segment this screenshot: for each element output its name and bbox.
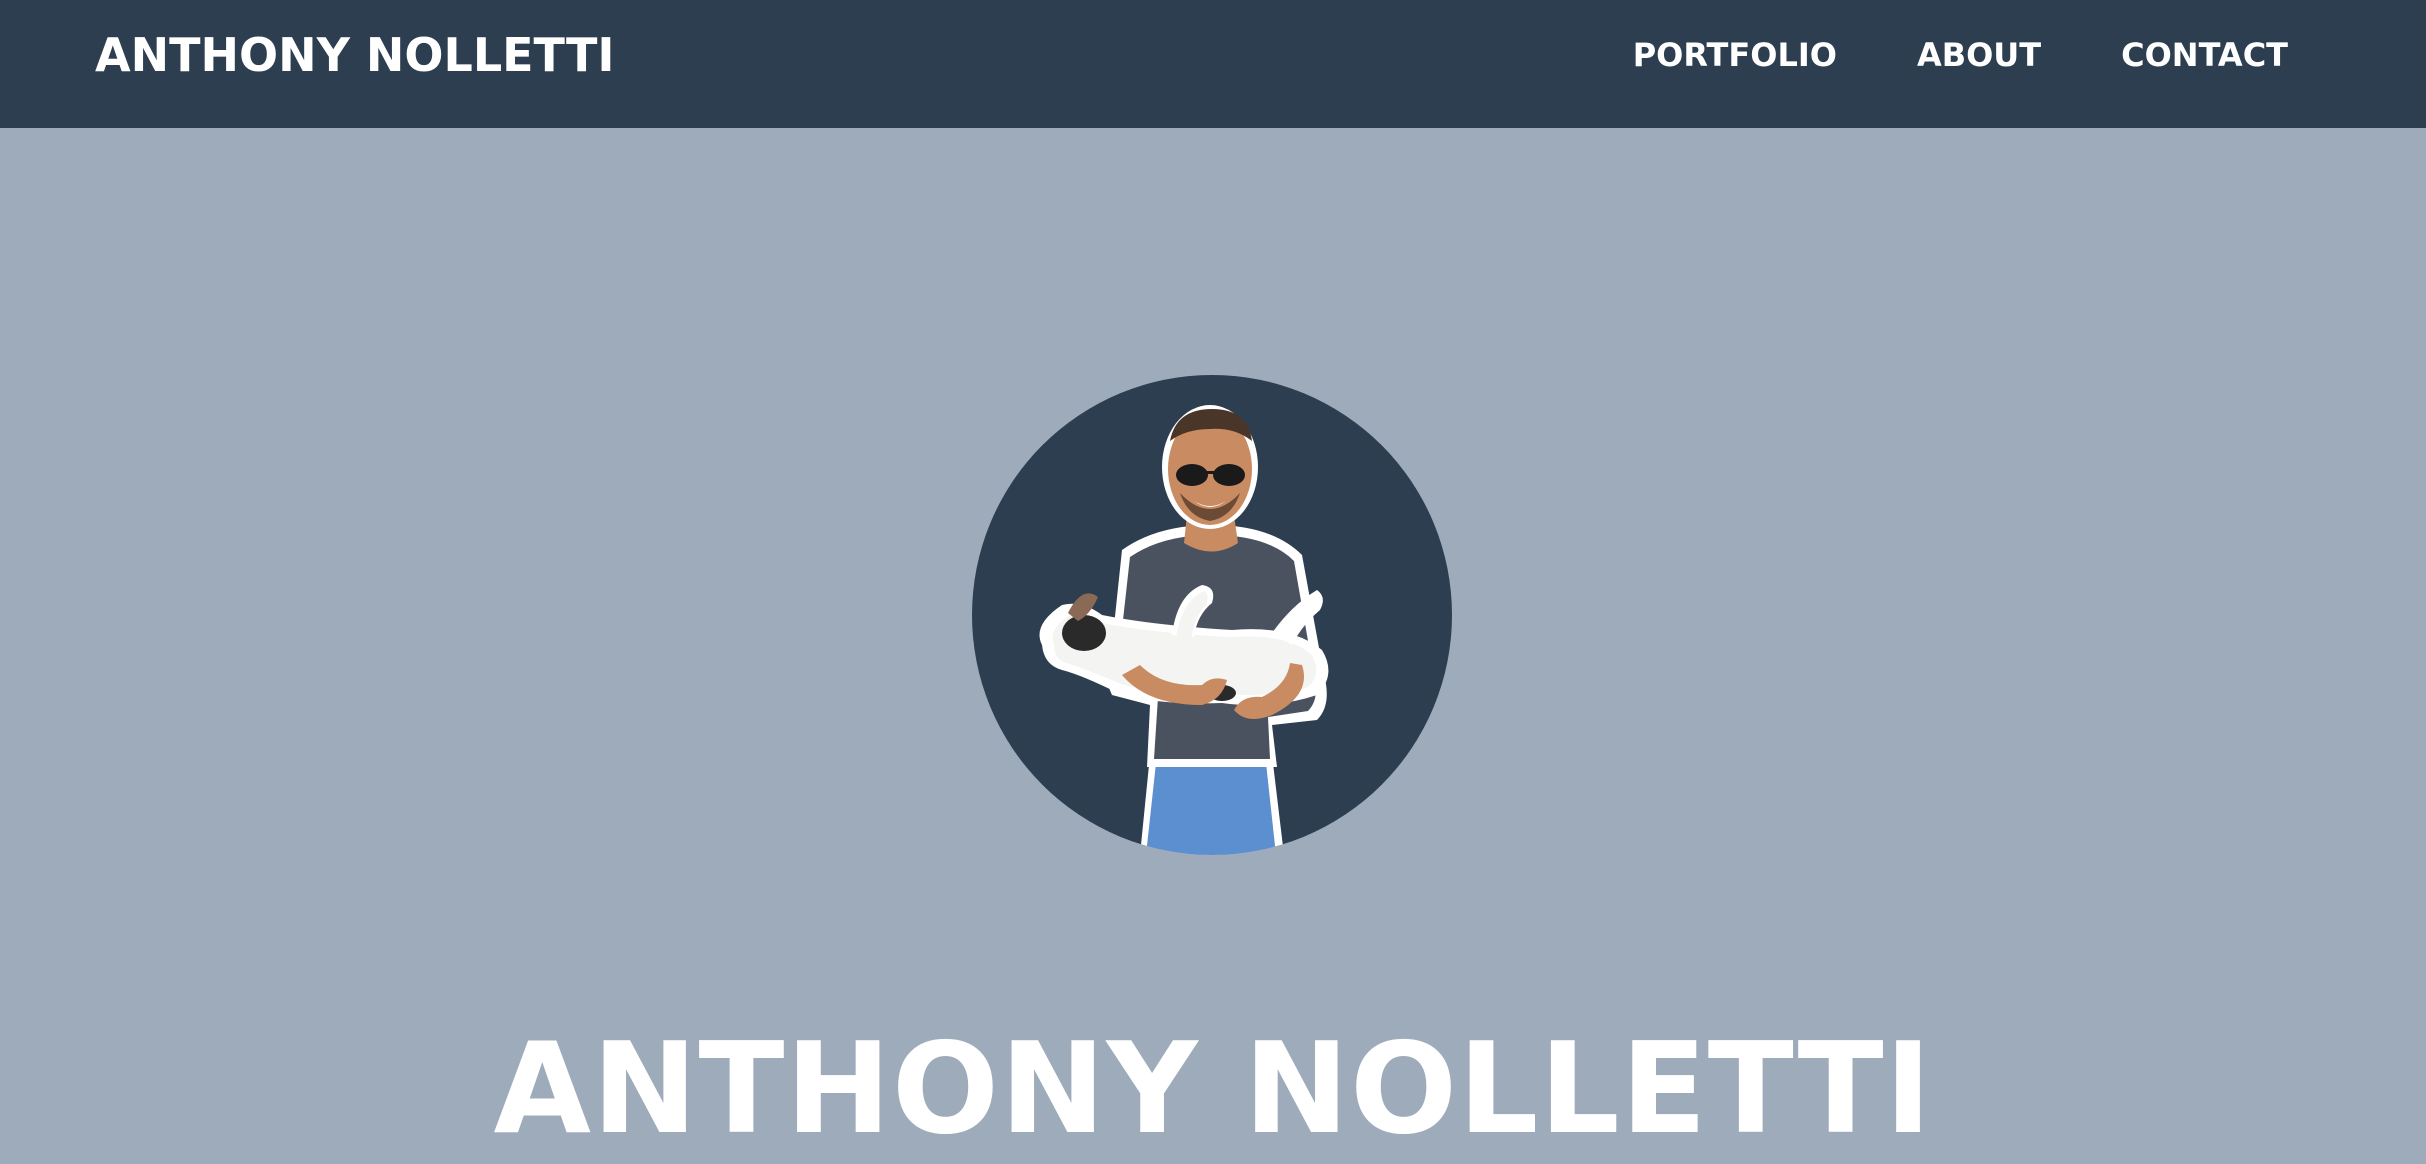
brand-link[interactable]: ANTHONY NOLLETTI xyxy=(95,0,614,110)
nav-link-about[interactable]: ABOUT xyxy=(1877,0,2081,110)
nav-link-portfolio[interactable]: PORTFOLIO xyxy=(1593,0,1877,110)
top-navbar: ANTHONY NOLLETTI PORTFOLIO ABOUT CONTACT xyxy=(0,0,2426,128)
avatar-photo-icon xyxy=(1039,405,1329,855)
nav-links: PORTFOLIO ABOUT CONTACT xyxy=(1593,0,2288,110)
nav-link-contact[interactable]: CONTACT xyxy=(2081,0,2288,110)
avatar xyxy=(972,375,1452,855)
hero-title: ANTHONY NOLLETTI xyxy=(493,1015,1933,1163)
